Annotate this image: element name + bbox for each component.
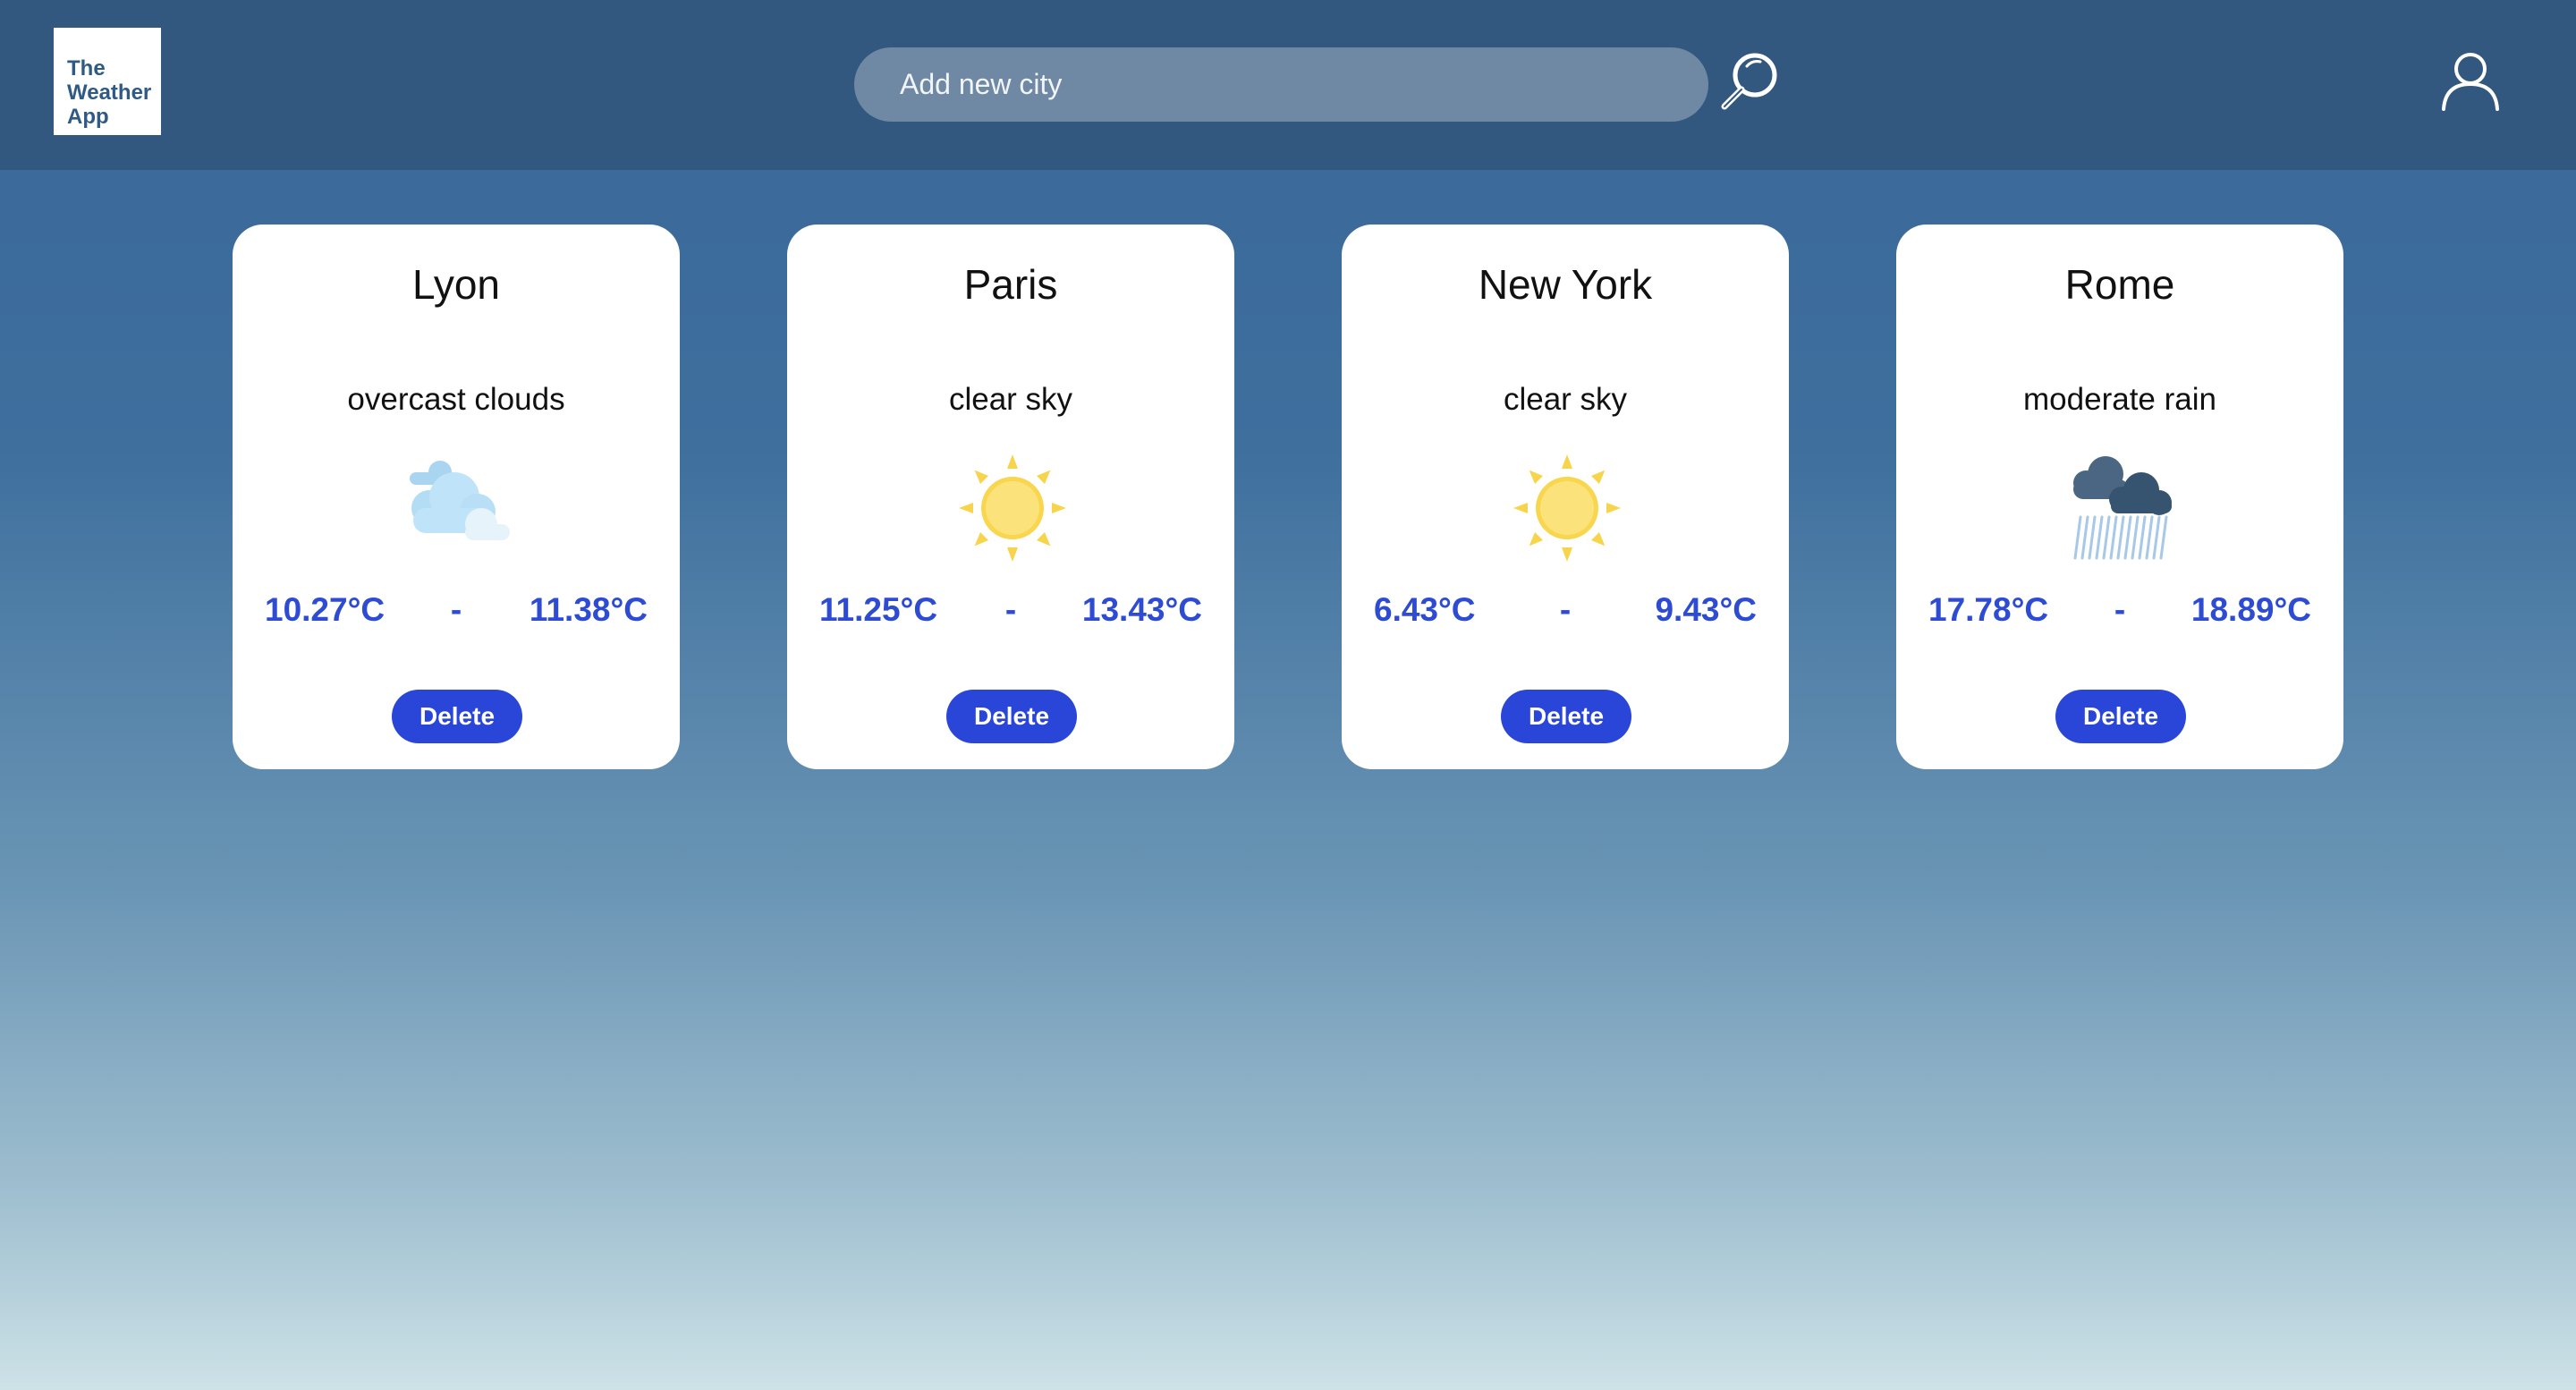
city-card: Paris clear sky 11.25°C - 13.43°C Delete bbox=[787, 225, 1234, 769]
temp-max: 18.89°C bbox=[2190, 591, 2311, 628]
search-button[interactable] bbox=[1713, 47, 1784, 118]
weather-description: overcast clouds bbox=[347, 382, 565, 417]
city-name: New York bbox=[1478, 261, 1653, 308]
delete-button[interactable]: Delete bbox=[2055, 690, 2186, 743]
weather-description: clear sky bbox=[948, 382, 1073, 417]
city-name: Paris bbox=[963, 261, 1058, 308]
city-name: Rome bbox=[2064, 261, 2175, 308]
temp-max: 11.38°C bbox=[529, 591, 648, 628]
city-card: New York clear sky 6.43°C - 9.43°C Delet… bbox=[1342, 225, 1789, 769]
add-city-input[interactable] bbox=[854, 47, 1708, 122]
magnifier-icon bbox=[1721, 53, 1777, 110]
delete-button[interactable]: Delete bbox=[392, 690, 522, 743]
delete-button[interactable]: Delete bbox=[946, 690, 1077, 743]
app-header: The Weather App bbox=[0, 0, 2576, 170]
delete-button[interactable]: Delete bbox=[1501, 690, 1631, 743]
logo-line: App bbox=[67, 105, 109, 129]
temp-max: 9.43°C bbox=[1655, 591, 1757, 628]
logo-line: Weather bbox=[67, 81, 152, 105]
rain-cloud-icon bbox=[2066, 453, 2177, 564]
weather-description: clear sky bbox=[1503, 382, 1628, 417]
app-logo[interactable]: The Weather App bbox=[54, 28, 161, 135]
logo-line: The bbox=[67, 56, 106, 81]
city-card: Lyon overcast clouds 10.27°C - 11.38°C D… bbox=[233, 225, 680, 769]
user-profile-button[interactable] bbox=[2435, 47, 2506, 118]
overcast-clouds-icon bbox=[402, 453, 513, 564]
city-name: Lyon bbox=[411, 261, 501, 308]
temp-max: 13.43°C bbox=[1081, 591, 1202, 628]
user-icon bbox=[2442, 53, 2499, 111]
sun-icon bbox=[1512, 453, 1623, 564]
weather-description: moderate rain bbox=[2023, 382, 2216, 417]
sun-icon bbox=[957, 453, 1068, 564]
city-card: Rome moderate rain 17.78°C - 18.89°C Del… bbox=[1896, 225, 2343, 769]
